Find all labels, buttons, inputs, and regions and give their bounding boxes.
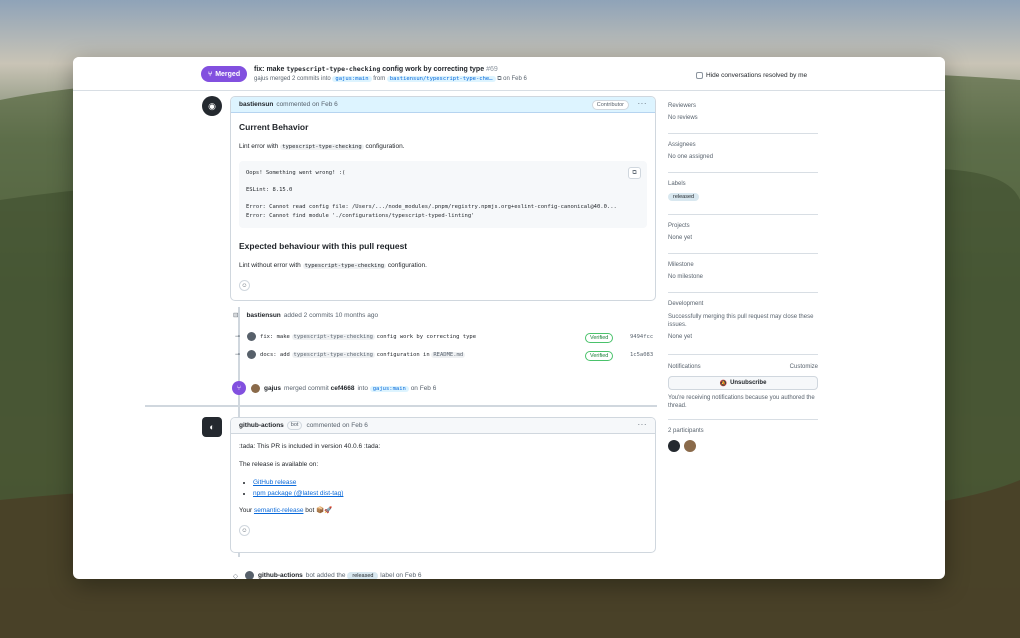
commit-icon: ⊟ <box>233 312 239 319</box>
more-options-icon[interactable]: ··· <box>638 99 648 108</box>
sidebar-divider <box>668 292 818 293</box>
customize-link[interactable]: Customize <box>790 364 818 370</box>
sidebar-assignees[interactable]: Assignees No one assigned <box>668 142 818 160</box>
avatar[interactable]: ◉ <box>202 96 222 116</box>
bot-badge: bot <box>286 421 303 430</box>
browser-window: ⑂ Merged fix: make typescript-type-check… <box>73 57 945 579</box>
list-item: GitHub release <box>253 479 647 486</box>
avatar[interactable] <box>247 332 257 341</box>
heading-current-behavior: Current Behavior <box>239 122 309 132</box>
comment-bastiensun: bastiensun commented on Feb 6 Contributo… <box>230 96 656 301</box>
commit-row[interactable]: ⊸ fix: make typescript-type-checking con… <box>235 332 476 341</box>
sidebar-divider <box>668 419 818 420</box>
comment-author[interactable]: github-actions <box>239 422 284 429</box>
avatar[interactable] <box>251 384 260 393</box>
sidebar-projects[interactable]: Projects None yet <box>668 223 818 241</box>
head-branch[interactable]: bastiensun/typescript-type-che… <box>386 76 496 82</box>
sidebar-divider <box>668 133 818 134</box>
heading-expected: Expected behaviour with this pull reques… <box>239 241 408 251</box>
github-actions-avatar[interactable]: ◐ <box>202 417 222 437</box>
sidebar-notifications: Notifications Customize 🔕 Unsubscribe Yo… <box>668 364 818 409</box>
commit-dot-icon: ⊸ <box>235 352 241 358</box>
comment-header: github-actions bot commented on Feb 6 ··… <box>231 418 655 434</box>
comment-header: bastiensun commented on Feb 6 Contributo… <box>231 97 655 113</box>
copy-icon[interactable]: ⧉ <box>628 167 641 179</box>
commit-sha[interactable]: 1c5a083 <box>630 352 653 358</box>
unsubscribe-button[interactable]: 🔕 Unsubscribe <box>668 376 818 390</box>
merge-event: gajus merged commit cef4668 into gajus:m… <box>251 384 436 393</box>
verified-badge[interactable]: Verified <box>585 351 614 361</box>
tag-icon: ◇ <box>233 572 238 580</box>
commit-dot-icon: ⊸ <box>235 334 241 340</box>
base-branch[interactable]: gajus:main <box>332 76 372 82</box>
paragraph: The release is available on: <box>239 461 319 468</box>
avatar[interactable] <box>668 440 680 452</box>
avatar[interactable] <box>247 350 257 359</box>
semantic-release-link[interactable]: semantic-release <box>254 507 304 514</box>
npm-package-link[interactable]: npm package (@latest dist-tag) <box>253 490 343 497</box>
error-code-block: Oops! Something went wrong! :( ESLint: 8… <box>239 161 647 228</box>
comment-author[interactable]: bastiensun <box>239 101 273 108</box>
sidebar-labels[interactable]: Labels released <box>668 181 818 201</box>
list-item: npm package (@latest dist-tag) <box>253 490 647 497</box>
paragraph: Lint error with typescript-type-checking… <box>239 143 405 150</box>
pr-title: fix: make typescript-type-checking confi… <box>254 65 498 73</box>
sidebar-reviewers[interactable]: Reviewers No reviews <box>668 103 818 121</box>
sidebar-divider <box>668 253 818 254</box>
add-reaction-icon[interactable]: ☺ <box>239 280 250 291</box>
merge-icon: ⑂ <box>232 381 246 395</box>
paragraph: Your semantic-release bot 📦🚀 <box>239 507 333 514</box>
avatar[interactable] <box>245 571 254 579</box>
commit-sha[interactable]: 9494fcc <box>630 334 653 340</box>
contributor-badge: Contributor <box>591 100 629 110</box>
merge-icon: ⑂ <box>208 70 213 78</box>
checkbox-icon[interactable] <box>696 72 703 79</box>
hide-resolved-checkbox[interactable]: Hide conversations resolved by me <box>696 72 807 79</box>
author-link[interactable]: gajus <box>254 76 268 82</box>
label-added-event: ◇ github-actions bot added the released … <box>233 571 422 580</box>
paragraph: Lint without error with typescript-type-… <box>239 262 427 269</box>
more-options-icon[interactable]: ··· <box>638 420 648 429</box>
copy-icon[interactable]: ⧉ <box>497 76 501 82</box>
commits-added-event: ⊟ bastiensun added 2 commits 10 months a… <box>233 311 379 320</box>
sidebar-development[interactable]: Development Successfully merging this pu… <box>668 301 818 340</box>
sidebar-divider <box>668 172 818 173</box>
pr-sticky-header: ⑂ Merged fix: make typescript-type-check… <box>73 57 945 91</box>
sidebar-milestone[interactable]: Milestone No milestone <box>668 262 818 280</box>
verified-badge[interactable]: Verified <box>585 333 614 343</box>
add-reaction-icon[interactable]: ☺ <box>239 525 250 536</box>
timeline-divider <box>145 405 657 407</box>
merged-status-badge: ⑂ Merged <box>201 66 248 82</box>
avatar[interactable] <box>683 440 696 452</box>
bell-slash-icon: 🔕 <box>719 380 728 387</box>
comment-github-actions: github-actions bot commented on Feb 6 ··… <box>230 417 656 553</box>
label-released[interactable]: released <box>668 193 700 201</box>
sidebar-divider <box>668 354 818 355</box>
sidebar-divider <box>668 214 818 215</box>
github-release-link[interactable]: GitHub release <box>253 479 296 486</box>
commit-row[interactable]: ⊸ docs: add typescript-type-checking con… <box>235 350 466 359</box>
paragraph: :tada: This PR is included in version 40… <box>239 443 381 450</box>
sidebar-participants: 2 participants <box>668 428 818 454</box>
pr-subtitle: gajus merged 2 commits into gajus:main f… <box>254 76 527 82</box>
